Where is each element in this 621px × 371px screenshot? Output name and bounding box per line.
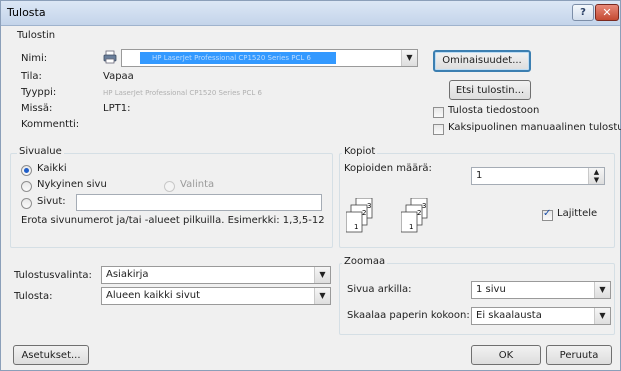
- copies-count-label: Kopioiden määrä:: [344, 163, 432, 174]
- comment-label: Kommentti:: [21, 119, 80, 130]
- printer-group-label: Tulostin: [17, 30, 56, 41]
- current-page-label[interactable]: Nykyinen sivu: [37, 179, 107, 190]
- chevron-down-icon: ▼: [314, 267, 330, 283]
- pages-per-sheet-value: 1 sivu: [476, 284, 506, 295]
- pages-radio[interactable]: [21, 198, 32, 209]
- pages-input[interactable]: [76, 194, 322, 211]
- print-what-label: Tulostusvalinta:: [14, 270, 92, 281]
- chevron-down-icon: ▼: [594, 282, 610, 298]
- print-to-file-label[interactable]: Tulosta tiedostoon: [448, 105, 539, 116]
- status-label: Tila:: [21, 71, 42, 82]
- collate-page-label: 2: [417, 209, 421, 217]
- page-range-hint: Erota sivunumerot ja/tai -alueet pilkuil…: [21, 215, 325, 226]
- collate-page-label: 1: [354, 223, 358, 231]
- collate-page-label: 3: [422, 202, 426, 210]
- current-page-radio[interactable]: [21, 181, 32, 192]
- find-printer-button[interactable]: Etsi tulostin...: [449, 80, 531, 100]
- collate-label[interactable]: Lajittele: [557, 208, 597, 219]
- collate-page-label: 3: [367, 202, 371, 210]
- settings-button[interactable]: Asetukset...: [13, 345, 89, 365]
- collate-page-label: 2: [362, 209, 366, 217]
- print-dialog: Tulosta ? ✕ Tulostin Nimi: HP LaserJet P…: [0, 0, 621, 371]
- where-label: Missä:: [21, 103, 53, 114]
- zoom-group-label: Zoomaa: [342, 256, 388, 267]
- name-label: Nimi:: [21, 53, 48, 64]
- titlebar: Tulosta ? ✕: [1, 1, 620, 26]
- pages-per-sheet-select[interactable]: 1 sivu ▼: [471, 281, 611, 299]
- printer-name-select[interactable]: HP LaserJet Professional CP1520 Series P…: [121, 49, 418, 67]
- pages-per-sheet-label: Sivua arkilla:: [347, 284, 412, 295]
- scale-value: Ei skaalausta: [476, 310, 542, 321]
- spin-icon[interactable]: ▲ ▼: [588, 168, 604, 184]
- print-to-file-checkbox[interactable]: [433, 107, 444, 118]
- printer-name-selection: HP LaserJet Professional CP1520 Series P…: [140, 52, 336, 64]
- collate-stack-icon: 3 2 1: [345, 197, 376, 234]
- collate-checkbox[interactable]: [542, 208, 553, 221]
- scale-select[interactable]: Ei skaalausta ▼: [471, 307, 611, 325]
- chevron-down-icon: ▼: [401, 50, 417, 66]
- selection-label: Valinta: [180, 179, 215, 190]
- chevron-down-icon: ▼: [314, 288, 330, 304]
- where-value: LPT1:: [103, 103, 131, 114]
- print-what-value: Asiakirja: [106, 269, 149, 280]
- page-range-group-label: Sivualue: [17, 146, 64, 157]
- manual-duplex-label[interactable]: Kaksipuolinen manuaalinen tulostus: [448, 122, 621, 133]
- print-range-value: Alueen kaikki sivut: [106, 290, 201, 301]
- ok-button[interactable]: OK: [471, 345, 541, 365]
- chevron-down-icon: ▼: [594, 308, 610, 324]
- print-label: Tulosta:: [14, 291, 53, 302]
- print-what-select[interactable]: Asiakirja ▼: [101, 266, 331, 284]
- pages-label[interactable]: Sivut:: [37, 196, 66, 207]
- status-value: Vapaa: [103, 71, 134, 82]
- all-pages-radio[interactable]: [21, 165, 32, 176]
- copies-count-input[interactable]: 1 ▲ ▼: [471, 167, 605, 185]
- collate-stack-icon: 3 2 1: [400, 197, 431, 234]
- all-pages-label[interactable]: Kaikki: [37, 163, 67, 174]
- collate-page-label: 1: [409, 223, 413, 231]
- window-title: Tulosta: [7, 6, 46, 19]
- copies-group-label: Kopiot: [342, 146, 378, 157]
- scale-label: Skaalaa paperin kokoon:: [347, 310, 470, 321]
- print-range-select[interactable]: Alueen kaikki sivut ▼: [101, 287, 331, 305]
- selection-radio: [164, 181, 175, 192]
- copies-count-value: 1: [476, 170, 483, 181]
- manual-duplex-checkbox[interactable]: [433, 124, 444, 135]
- properties-button[interactable]: Ominaisuudet...: [433, 50, 531, 72]
- help-button[interactable]: ?: [572, 4, 594, 21]
- close-button[interactable]: ✕: [595, 4, 619, 21]
- type-value: HP LaserJet Professional CP1520 Series P…: [103, 89, 262, 97]
- type-label: Tyyppi:: [21, 87, 57, 98]
- cancel-button[interactable]: Peruuta: [546, 345, 612, 365]
- printer-icon: [103, 50, 117, 64]
